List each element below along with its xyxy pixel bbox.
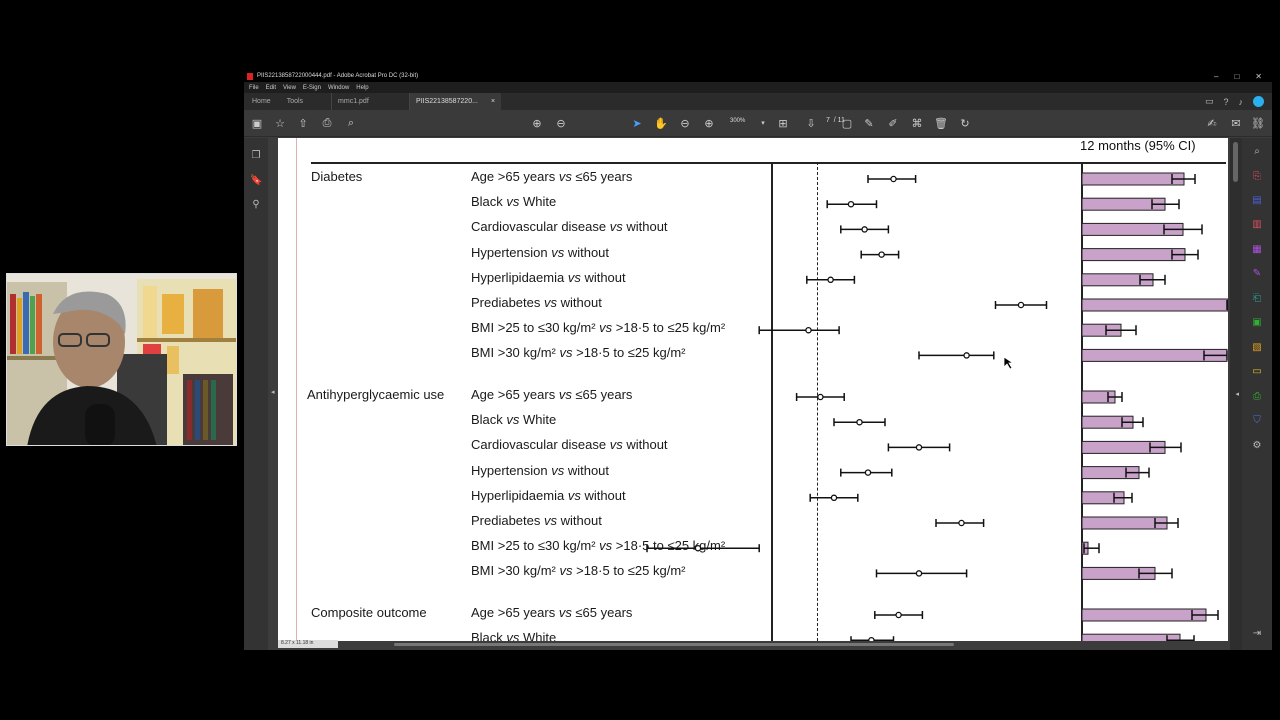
webcam-overlay [6,273,237,446]
tab-home[interactable]: Home [244,93,279,110]
page-thumbnails-icon[interactable]: ❐ [250,150,262,162]
page-fit-icon[interactable]: ⊞ [776,116,790,130]
main-toolbar: ▣ ☆ ⇧ ⎙ ⌕ ⊕ ⊖ 7 / 11 ➤ ✋ ⊖ ⊕ 300% ▾ ⊞ ⇩ … [244,110,1272,137]
attachments-icon[interactable]: ⚲ [250,199,262,211]
zoom-dropdown-icon[interactable]: ▾ [756,116,770,130]
menu-edit[interactable]: Edit [266,85,276,91]
zoom-out-icon[interactable]: ⊖ [678,116,692,130]
acrobat-window: PIIS2213858722000444.pdf - Adobe Acrobat… [244,70,1272,650]
tab-mmc1-label: mmc1.pdf [338,98,369,105]
tab-bar: Home Tools mmc1.pdf PIIS22138587220... ×… [244,93,1272,110]
pdf-page: 12 months (95% CI) Diabetes Age >65 years… [278,138,1228,641]
close-window-button[interactable]: ✕ [1255,72,1262,81]
close-tab-button[interactable]: × [491,98,495,105]
hand-tool-icon[interactable]: ✋ [654,116,668,130]
bar-chart [1081,172,1228,641]
maximize-button[interactable]: □ [1234,72,1239,81]
rotate-icon[interactable]: ↻ [958,116,972,130]
combine-files-icon[interactable]: ▦ [1251,244,1263,256]
bar [1081,298,1228,312]
scan-ocr-icon[interactable]: ▣ [1251,317,1263,329]
page-size-indicator: 8.27 x 11.18 in [278,640,338,648]
upload-icon[interactable]: ⇧ [296,116,310,130]
protect-icon[interactable]: ▧ [1251,342,1263,354]
minimize-button[interactable]: – [1214,72,1218,81]
menu-view[interactable]: View [283,85,296,91]
zoom-level[interactable]: 300% [730,118,745,124]
share-screen-icon[interactable]: ▭ [1205,96,1214,107]
scroll-thumb[interactable] [1233,142,1238,182]
zoom-in-icon[interactable]: ⊕ [702,116,716,130]
bookmarks-panel-icon[interactable]: 🔖 [250,175,262,187]
save-icon[interactable]: ▣ [250,116,264,130]
page-number-input[interactable]: 7 [826,117,830,124]
notifications-bell-icon[interactable]: ♪ [1239,97,1244,107]
collapse-right-panel-icon[interactable]: ◂ [1235,390,1239,398]
create-pdf-icon[interactable]: ▤ [1251,195,1263,207]
previous-page-icon[interactable]: ⊕ [530,116,544,130]
shield-icon[interactable]: ⛉ [1251,415,1263,427]
menu-help[interactable]: Help [356,85,368,91]
expand-right-panel-icon[interactable]: ⇥ [1251,628,1263,640]
menu-file[interactable]: File [249,85,259,91]
tab-tools[interactable]: Tools [279,93,311,110]
tab-current-label: PIIS22138587220... [416,98,478,105]
delete-icon[interactable]: 🗑 [934,116,948,130]
fill-sign-icon[interactable]: ✍ [1205,116,1219,130]
highlight-pen-icon[interactable]: ✎ [862,116,876,130]
screen: PIIS2213858722000444.pdf - Adobe Acrobat… [0,0,1280,720]
more-tools-icon[interactable]: ⚙ [1251,440,1263,452]
share-link-icon[interactable]: ⛓ [1251,116,1265,130]
account-avatar[interactable] [1253,96,1264,107]
pdf-app-icon [247,72,253,80]
comment-tool-icon[interactable]: ▭ [1251,366,1263,378]
stamp-icon[interactable]: ⌘ [910,116,924,130]
request-signature-icon[interactable]: ✎ [1251,268,1263,280]
search-icon[interactable]: ⌕ [344,116,358,130]
draw-icon[interactable]: ✐ [886,116,900,130]
edit-pdf-icon[interactable]: ▥ [1251,219,1263,231]
mouse-cursor-icon [1003,356,1015,370]
collapse-left-panel-icon[interactable]: ◂ [271,388,275,396]
print-production-icon[interactable]: ⎙ [1251,391,1263,403]
menu-esign[interactable]: E-Sign [303,85,321,91]
select-cursor-icon[interactable]: ➤ [630,116,644,130]
left-navigation-rail: ❐ 🔖 ⚲ [244,138,268,650]
horizontal-scrollbar[interactable] [394,643,954,646]
presenter-video-icon [7,274,236,445]
menu-window[interactable]: Window [328,85,349,91]
right-tools-rail: ⌕ ⎘ ▤ ▥ ▦ ✎ ⎗ ▣ ▧ ▭ ⎙ ⛉ ⚙ ⇥ [1242,138,1272,650]
bar [1081,248,1186,262]
bookmark-star-icon[interactable]: ☆ [273,116,287,130]
export-pdf-icon[interactable]: ⎘ [1251,171,1263,183]
menu-bar: File Edit View E-Sign Window Help [244,82,1272,93]
email-icon[interactable]: ✉ [1229,116,1243,130]
title-bar: PIIS2213858722000444.pdf - Adobe Acrobat… [244,70,1272,82]
zoom-search-icon[interactable]: ⌕ [1251,146,1263,158]
next-page-icon[interactable]: ⊖ [554,116,568,130]
comment-icon[interactable]: ▢ [840,116,854,130]
organize-pages-icon[interactable]: ⎗ [1251,293,1263,305]
bar [1081,633,1181,641]
window-title: PIIS2213858722000444.pdf - Adobe Acrobat… [257,73,419,79]
help-icon[interactable]: ? [1223,97,1228,107]
bar [1081,608,1207,622]
tab-current-document[interactable]: PIIS22138587220... × [409,93,502,110]
bar [1081,172,1185,186]
tab-mmc1[interactable]: mmc1.pdf [331,93,409,110]
print-icon[interactable]: ⎙ [320,116,334,130]
scroll-mode-icon[interactable]: ⇩ [804,116,818,130]
